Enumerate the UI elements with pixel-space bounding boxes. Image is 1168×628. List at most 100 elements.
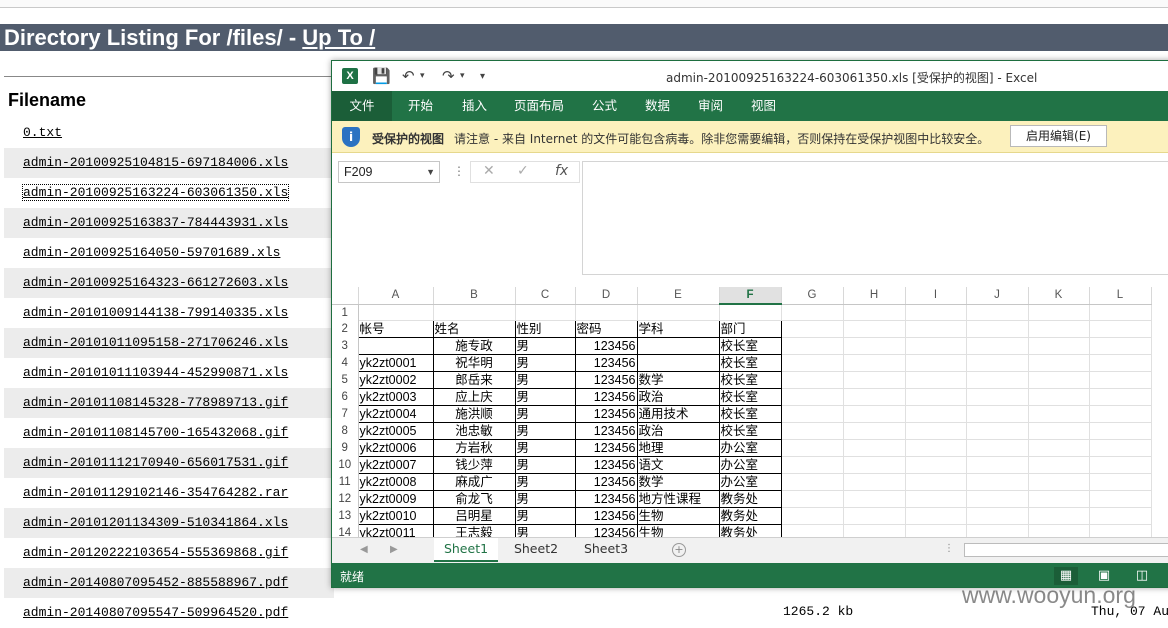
table-cell[interactable] xyxy=(781,456,844,474)
table-cell[interactable] xyxy=(1028,388,1090,406)
table-cell[interactable]: 地方性课程 xyxy=(637,490,720,508)
page-break-view-icon[interactable]: ◫ xyxy=(1130,567,1154,585)
table-cell[interactable] xyxy=(781,524,844,537)
table-cell[interactable]: 数学 xyxy=(637,473,720,491)
table-cell[interactable] xyxy=(1089,337,1152,355)
table-cell[interactable]: 校长室 xyxy=(719,388,782,406)
table-cell[interactable]: 123456 xyxy=(575,388,638,406)
column-header[interactable]: C xyxy=(515,287,576,305)
table-cell[interactable] xyxy=(1089,507,1152,525)
table-cell[interactable] xyxy=(966,320,1029,338)
tab-file[interactable]: 文件 xyxy=(332,91,392,121)
table-cell[interactable]: 123456 xyxy=(575,371,638,389)
table-cell[interactable] xyxy=(1028,337,1090,355)
file-link[interactable]: admin-20101108145700-165432068.gif xyxy=(23,425,288,440)
column-header[interactable]: A xyxy=(358,287,434,305)
formula-input[interactable] xyxy=(582,161,1168,275)
tab-view[interactable]: 视图 xyxy=(751,91,776,121)
table-cell[interactable] xyxy=(781,439,844,457)
table-cell[interactable]: 方岩秋 xyxy=(433,439,516,457)
column-header[interactable]: K xyxy=(1028,287,1090,305)
chevron-down-icon[interactable]: ▼ xyxy=(426,162,435,182)
table-cell[interactable] xyxy=(905,371,967,389)
column-header[interactable]: H xyxy=(843,287,906,305)
table-cell[interactable]: 123456 xyxy=(575,507,638,525)
table-cell[interactable]: 123456 xyxy=(575,405,638,423)
file-link[interactable]: admin-20100925164323-661272603.xls xyxy=(23,275,288,290)
table-cell[interactable] xyxy=(1028,320,1090,338)
table-cell[interactable]: 郎岳来 xyxy=(433,371,516,389)
table-cell[interactable]: 语文 xyxy=(637,456,720,474)
redo-icon[interactable]: ↷ xyxy=(442,67,455,85)
table-cell[interactable] xyxy=(1028,490,1090,508)
table-cell[interactable] xyxy=(1089,490,1152,508)
table-cell[interactable] xyxy=(1028,456,1090,474)
add-sheet-icon[interactable]: + xyxy=(672,543,686,557)
table-cell[interactable] xyxy=(843,524,906,537)
table-cell[interactable] xyxy=(905,422,967,440)
table-cell[interactable]: yk2zt0004 xyxy=(358,405,434,423)
table-cell[interactable] xyxy=(905,524,967,537)
table-cell[interactable] xyxy=(1028,405,1090,423)
name-box[interactable]: F209 ▼ xyxy=(338,161,440,183)
table-cell[interactable] xyxy=(515,304,576,321)
table-cell[interactable]: yk2zt0008 xyxy=(358,473,434,491)
select-all-corner[interactable] xyxy=(332,287,359,305)
row-header[interactable]: 5 xyxy=(332,371,359,389)
table-cell[interactable]: 通用技术 xyxy=(637,405,720,423)
table-cell[interactable] xyxy=(843,439,906,457)
table-cell[interactable]: 教务处 xyxy=(719,507,782,525)
table-cell[interactable] xyxy=(1028,354,1090,372)
table-cell[interactable] xyxy=(1089,388,1152,406)
table-cell[interactable]: 教务处 xyxy=(719,524,782,537)
table-cell[interactable] xyxy=(358,304,434,321)
table-cell[interactable] xyxy=(781,405,844,423)
file-link[interactable]: admin-20120222103654-555369868.gif xyxy=(23,545,288,560)
table-cell[interactable]: 123456 xyxy=(575,524,638,537)
table-cell[interactable]: 123456 xyxy=(575,439,638,457)
row-header[interactable]: 9 xyxy=(332,439,359,457)
file-link[interactable]: admin-20100925104815-697184006.xls xyxy=(23,155,288,170)
table-cell[interactable] xyxy=(1028,304,1090,321)
column-header[interactable]: D xyxy=(575,287,638,305)
file-link[interactable]: admin-20101201134309-510341864.xls xyxy=(23,515,288,530)
table-cell[interactable] xyxy=(781,371,844,389)
table-cell[interactable]: 校长室 xyxy=(719,405,782,423)
tab-page-layout[interactable]: 页面布局 xyxy=(514,91,564,121)
table-cell[interactable] xyxy=(843,320,906,338)
table-cell[interactable] xyxy=(637,354,720,372)
table-cell[interactable] xyxy=(905,405,967,423)
table-cell[interactable] xyxy=(781,422,844,440)
enable-editing-button[interactable]: 启用编辑(E) xyxy=(1010,125,1107,147)
table-cell[interactable]: 部门 xyxy=(719,320,782,338)
table-cell[interactable] xyxy=(358,337,434,355)
confirm-icon[interactable]: ✓ xyxy=(517,163,529,179)
table-cell[interactable] xyxy=(781,320,844,338)
table-cell[interactable] xyxy=(1028,422,1090,440)
table-cell[interactable] xyxy=(966,354,1029,372)
column-header[interactable]: L xyxy=(1089,287,1152,305)
table-cell[interactable] xyxy=(575,304,638,321)
up-to-root-link[interactable]: Up To / xyxy=(302,25,375,50)
scroll-left-icon[interactable]: ◀ xyxy=(360,544,368,555)
column-header[interactable]: J xyxy=(966,287,1029,305)
file-link[interactable]: admin-20101009144138-799140335.xls xyxy=(23,305,288,320)
table-cell[interactable] xyxy=(843,507,906,525)
table-cell[interactable]: 祝华明 xyxy=(433,354,516,372)
save-icon[interactable]: 💾 xyxy=(372,67,391,85)
row-header[interactable]: 7 xyxy=(332,405,359,423)
table-cell[interactable]: 校长室 xyxy=(719,422,782,440)
table-cell[interactable] xyxy=(1089,439,1152,457)
table-cell[interactable]: 施专政 xyxy=(433,337,516,355)
table-cell[interactable]: yk2zt0009 xyxy=(358,490,434,508)
table-cell[interactable]: 应上庆 xyxy=(433,388,516,406)
table-cell[interactable] xyxy=(905,490,967,508)
table-cell[interactable] xyxy=(1028,439,1090,457)
undo-icon[interactable]: ↶ xyxy=(402,67,415,85)
file-link[interactable]: admin-20101108145328-778989713.gif xyxy=(23,395,288,410)
table-cell[interactable] xyxy=(843,456,906,474)
table-cell[interactable] xyxy=(843,304,906,321)
row-header[interactable]: 8 xyxy=(332,422,359,440)
table-cell[interactable]: 123456 xyxy=(575,456,638,474)
table-cell[interactable] xyxy=(843,371,906,389)
